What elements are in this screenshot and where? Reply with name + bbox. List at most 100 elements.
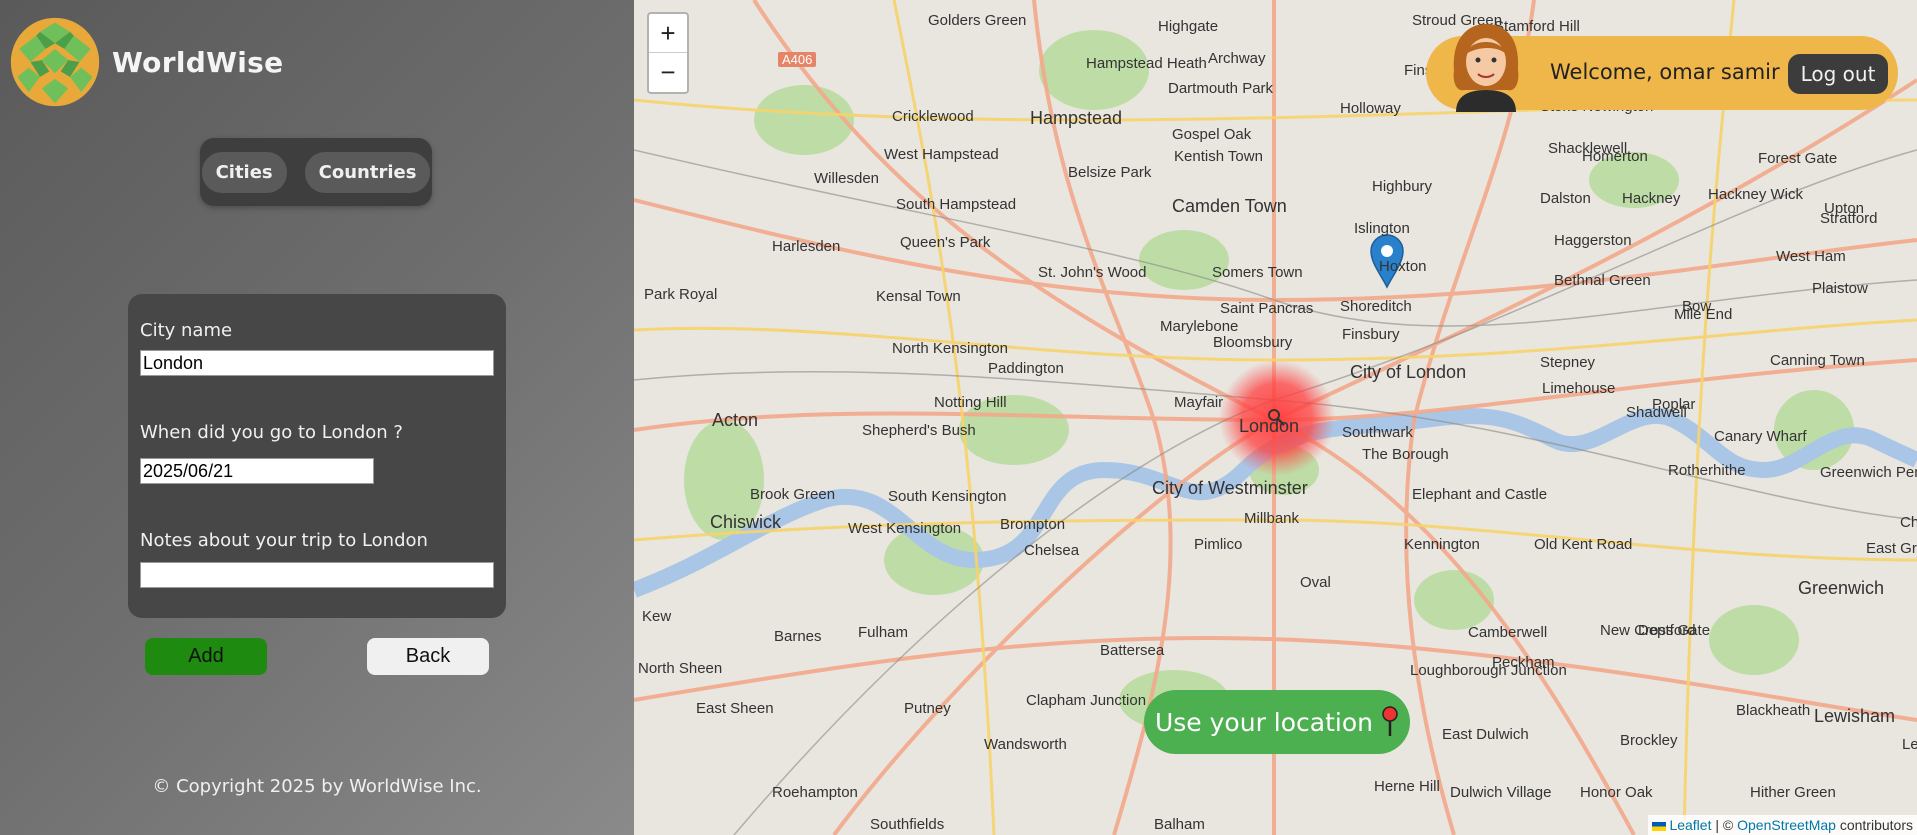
- road-label: A406: [778, 52, 817, 67]
- map-place-label: Hackney: [1622, 190, 1681, 207]
- map-place-label: Wandsworth: [984, 736, 1067, 753]
- map-place-label: Shoreditch: [1340, 298, 1412, 315]
- map-place-label: Paddington: [988, 360, 1064, 377]
- map-place-label: Chelsea: [1024, 542, 1080, 559]
- map-place-label: Barnes: [774, 628, 822, 645]
- map-place-label: Greenwich Peninsula: [1820, 464, 1917, 481]
- city-name-input[interactable]: London: [140, 350, 494, 376]
- nav-countries[interactable]: Countries: [304, 151, 431, 193]
- map-place-label: Mayfair: [1174, 394, 1224, 411]
- map-place-label: North Sheen: [638, 660, 723, 677]
- map-place-label: Camberwell: [1468, 624, 1548, 641]
- map-place-label: Archway: [1208, 50, 1266, 67]
- map-place-label: City of London: [1350, 362, 1467, 382]
- map-place-label: Elephant and Castle: [1412, 486, 1548, 503]
- map-place-label: Shepherd's Bush: [862, 422, 976, 439]
- map-place-label: Chiswick: [710, 512, 782, 532]
- map-place-label: Herne Hill: [1374, 778, 1440, 795]
- ukraine-flag-icon: [1651, 821, 1666, 831]
- map-place-label: Gospel Oak: [1172, 126, 1252, 143]
- city-form: City name London When did you go to Lond…: [128, 294, 506, 618]
- notes-label: Notes about your trip to London: [140, 530, 428, 551]
- map-place-label: Clapham Junction: [1026, 692, 1147, 709]
- zoom-in-button[interactable]: +: [649, 14, 687, 53]
- map-place-label: Kensal Town: [876, 288, 961, 305]
- map-place-label: Limehouse: [1542, 380, 1616, 397]
- map-place-label: Upton: [1824, 200, 1865, 217]
- zoom-control: + −: [647, 12, 689, 94]
- use-location-label: Use your location: [1154, 707, 1373, 737]
- map-place-label: Dalston: [1540, 190, 1591, 207]
- map-view[interactable]: Golders Green Highgate Stroud Green Stamfor…: [634, 0, 1917, 835]
- map-place-label: Harlesden: [772, 238, 841, 255]
- map-place-label: Hoxton: [1379, 258, 1427, 275]
- map-attribution: Leaflet | © OpenStreetMap contributors: [1647, 815, 1917, 835]
- map-place-label: West Hampstead: [884, 146, 999, 163]
- map-place-label: Old Kent Road: [1534, 536, 1633, 553]
- map-place-label: Balham: [1154, 816, 1205, 833]
- map-place-label: Rotherhithe: [1668, 462, 1746, 479]
- map-place-label: Islington: [1354, 220, 1410, 237]
- map-place-label: Hither Green: [1750, 784, 1836, 801]
- map-place-label: Kennington: [1404, 536, 1480, 553]
- map-place-label: Stepney: [1540, 354, 1596, 371]
- map-place-label: Hackney Wick: [1708, 186, 1804, 203]
- map-place-label: Park Royal: [644, 286, 718, 303]
- nav-cities[interactable]: Cities: [201, 151, 287, 193]
- map-place-label: Marylebone: [1160, 318, 1239, 335]
- map-place-label: Hampstead Heath: [1086, 55, 1207, 72]
- map-place-label: South Hampstead: [896, 196, 1017, 213]
- map-place-label: Kentish Town: [1174, 148, 1263, 165]
- map-place-label: Southwark: [1342, 424, 1413, 441]
- map-place-label: Golders Green: [928, 12, 1027, 29]
- add-button[interactable]: Add: [145, 638, 267, 675]
- map-place-label: East Greenwich: [1866, 540, 1917, 557]
- map-place-label: Holloway: [1340, 100, 1401, 117]
- map-place-label: Notting Hill: [934, 394, 1007, 411]
- map-place-label: Cricklewood: [892, 108, 974, 125]
- map-place-label: Brompton: [1000, 516, 1066, 533]
- map-place-label: Belsize Park: [1068, 164, 1152, 181]
- map-place-label: Roehampton: [772, 784, 858, 801]
- map-place-label: Honor Oak: [1580, 784, 1653, 801]
- leaflet-link[interactable]: Leaflet: [1669, 817, 1711, 833]
- map-place-label: Highbury: [1372, 178, 1433, 195]
- osm-link[interactable]: OpenStreetMap: [1737, 817, 1836, 833]
- map-place-label: Loughborough Junction: [1410, 662, 1567, 679]
- map-place-label: Canary Wharf: [1714, 428, 1807, 445]
- zoom-out-button[interactable]: −: [649, 53, 687, 92]
- map-place-label: Plaistow: [1812, 280, 1868, 297]
- attribution-separator: | ©: [1715, 817, 1734, 833]
- map-place-label: Blackheath: [1736, 702, 1811, 719]
- map-place-label: Charlton: [1900, 514, 1917, 531]
- map-place-label: Highgate: [1158, 18, 1219, 35]
- map-place-label: West Ham: [1776, 248, 1846, 265]
- back-button[interactable]: Back: [367, 638, 489, 675]
- map-place-label: City of Westminster: [1152, 478, 1308, 498]
- map-place-label: Bethnal Green: [1554, 272, 1651, 289]
- map-place-label: The Borough: [1362, 446, 1449, 463]
- map-place-label: Lee: [1902, 736, 1917, 753]
- map-place-label: South Kensington: [888, 488, 1007, 505]
- map-place-label: St. John's Wood: [1038, 264, 1147, 281]
- map-place-label: Mile End: [1674, 306, 1733, 323]
- notes-input[interactable]: [140, 562, 494, 588]
- map-place-label: Pimlico: [1194, 536, 1243, 553]
- map-place-label: Kew: [642, 608, 672, 625]
- map-place-label: Greenwich: [1798, 578, 1885, 598]
- date-input[interactable]: 2025/06/21: [140, 458, 374, 484]
- app-logo[interactable]: WorldWise: [8, 15, 283, 109]
- app-nav: Cities Countries: [200, 138, 432, 206]
- welcome-text: Welcome, omar samir: [1550, 60, 1780, 84]
- map-place-label: Finsbury: [1342, 326, 1400, 343]
- map-place-label: Oval: [1300, 574, 1331, 591]
- map-place-label: Canning Town: [1770, 352, 1865, 369]
- map-place-label: Millbank: [1244, 510, 1300, 527]
- logo-icon: [10, 17, 100, 107]
- map-place-label: North Kensington: [892, 340, 1008, 357]
- use-location-button[interactable]: Use your location: [1144, 690, 1410, 754]
- logout-button[interactable]: Log out: [1788, 54, 1888, 94]
- map-place-label: Somers Town: [1212, 264, 1303, 281]
- map-place-label: Queen's Park: [900, 234, 991, 251]
- map-place-label: Brockley: [1620, 732, 1678, 749]
